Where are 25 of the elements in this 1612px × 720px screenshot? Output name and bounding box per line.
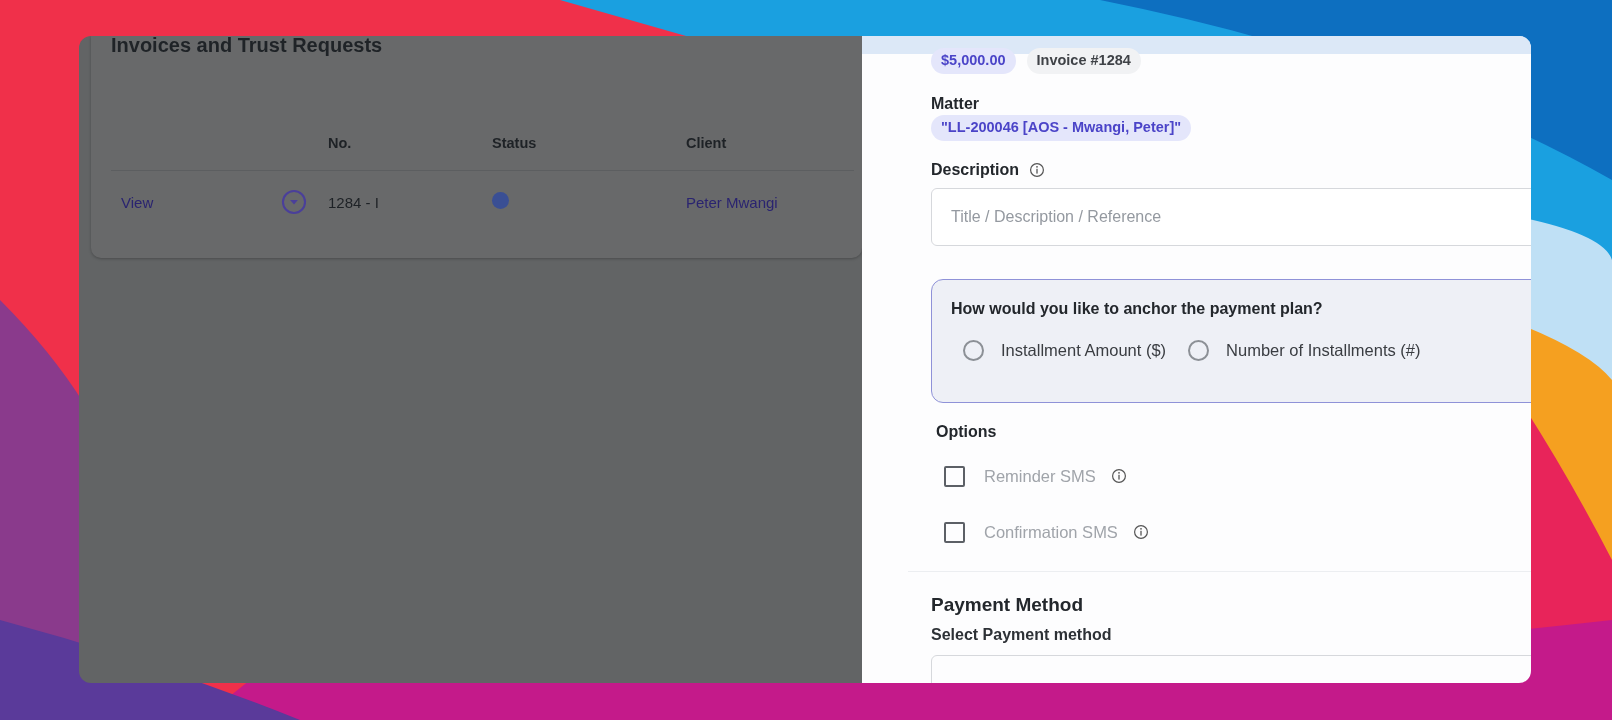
tag: Invoice #1284 [1026, 48, 1141, 74]
column-header: No. [328, 135, 353, 151]
column-header: Client [686, 135, 728, 151]
column-header: Status [492, 135, 538, 151]
table-cell-text: 1284 - I [328, 193, 380, 211]
checkbox[interactable] [944, 521, 965, 543]
field-label: Select Payment method [931, 626, 1113, 644]
section-title: Payment Method [931, 594, 1085, 616]
matter-tag: "LL-200046 [AOS - Mwangi, Peter]" [931, 115, 1192, 141]
status-dot [492, 192, 509, 209]
checkbox[interactable] [944, 465, 965, 487]
info-icon [1132, 524, 1149, 540]
radio-option[interactable]: Installment Amount ($) [963, 340, 1167, 361]
field-label: Matter [931, 95, 980, 113]
description-field[interactable]: Title / Description / Reference [931, 188, 1531, 246]
question-text: How would you like to anchor the payment plan? [951, 300, 1324, 318]
info-icon [1110, 468, 1127, 484]
section-label: Options [936, 423, 998, 441]
option-label: Reminder SMS [984, 466, 1096, 486]
option-label: Confirmation SMS [984, 522, 1118, 542]
tag: $5,000.00 [931, 48, 1016, 74]
field-label: Description [931, 161, 1019, 179]
radio-option[interactable]: Number of Installments (#) [1188, 340, 1421, 361]
info-icon [1029, 162, 1045, 178]
page-title: Invoices and Trust Requests [111, 36, 384, 58]
